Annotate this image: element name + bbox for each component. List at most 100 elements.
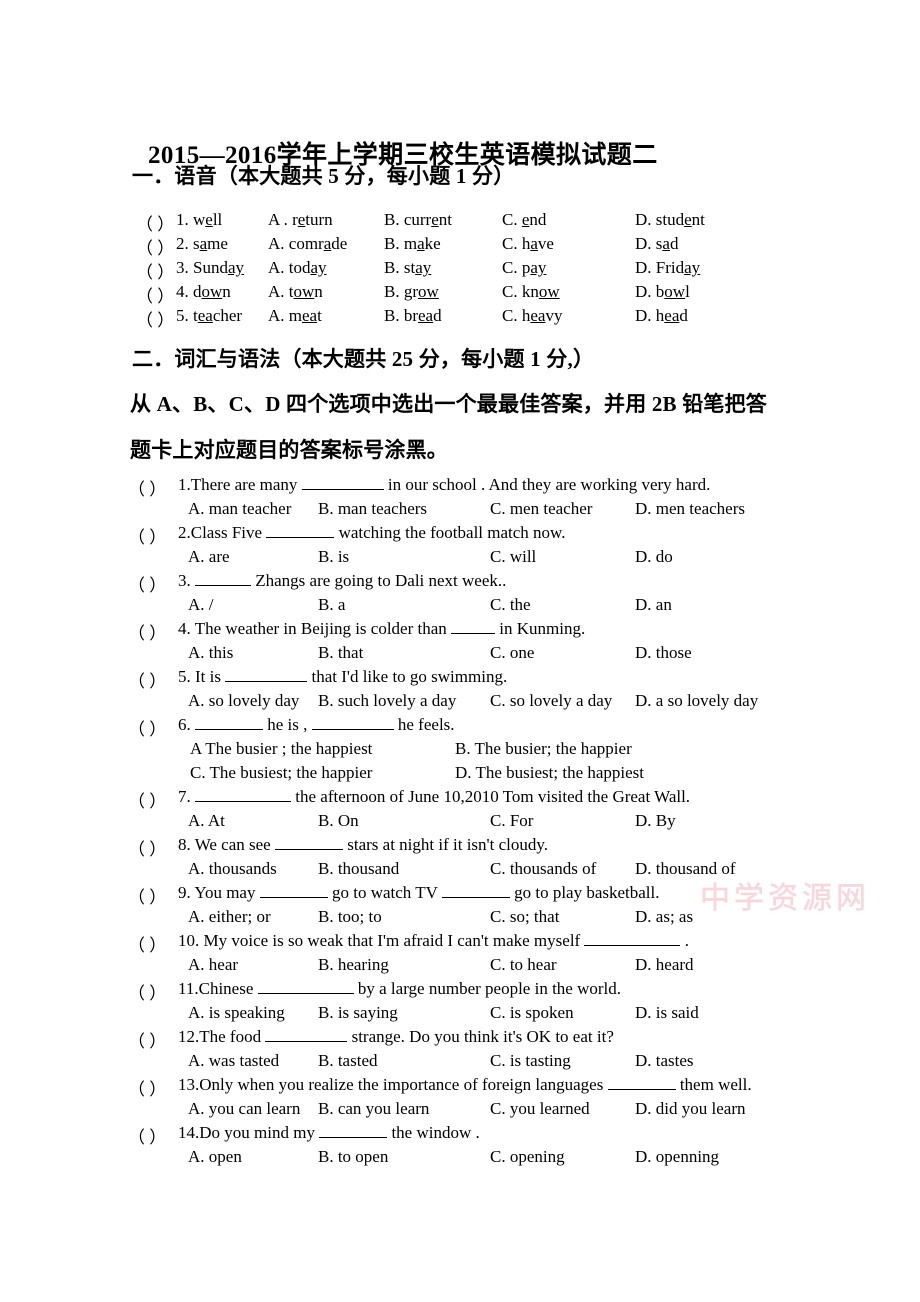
question-option[interactable]: C. opening (490, 1147, 565, 1167)
question-option[interactable]: B. is saying (318, 1003, 398, 1023)
answer-bracket[interactable]: （ ） (128, 979, 166, 1004)
answer-bracket[interactable]: （ ） (128, 1075, 166, 1100)
question-option[interactable]: C. one (490, 643, 534, 663)
question-option[interactable]: B. too; to (318, 907, 382, 927)
question-option[interactable]: B. can you learn (318, 1099, 429, 1119)
question-option[interactable]: C. is tasting (490, 1051, 571, 1071)
question-option[interactable]: D. those (635, 643, 692, 663)
question-option[interactable]: C. you learned (490, 1099, 590, 1119)
phonetics-option-c[interactable]: C. have (502, 234, 554, 254)
question-option[interactable]: D. openning (635, 1147, 719, 1167)
answer-bracket[interactable]: （ ） (128, 1027, 166, 1052)
phonetics-key-word: 3. Sunday (176, 258, 245, 277)
question-option[interactable]: A. At (188, 811, 225, 831)
question-option[interactable]: A. this (188, 643, 233, 663)
question-option[interactable]: D. men teachers (635, 499, 745, 519)
question-text: 8. We can see stars at night if it isn't… (178, 835, 548, 854)
question-option[interactable]: D. heard (635, 955, 694, 975)
answer-bracket[interactable]: （ ） (128, 523, 166, 548)
phonetics-row: （ ） 2. same A. comrade B. make C. have D. sad (0, 234, 920, 258)
phonetics-option-c[interactable]: C. know (502, 282, 560, 302)
question-option[interactable]: A. are (188, 547, 230, 567)
answer-bracket[interactable]: （ ） (128, 619, 166, 644)
phonetics-option-d[interactable]: D. Friday (635, 258, 700, 278)
question-option[interactable]: C. so lovely a day (490, 691, 612, 711)
question-option[interactable]: B. On (318, 811, 359, 831)
question-option[interactable]: D. By (635, 811, 676, 831)
question-option[interactable]: D. do (635, 547, 673, 567)
answer-bracket[interactable]: （ ） (136, 234, 174, 259)
answer-bracket[interactable]: （ ） (128, 667, 166, 692)
answer-bracket[interactable]: （ ） (128, 571, 166, 596)
phonetics-key-word: 1. well (176, 210, 223, 229)
question-option[interactable]: B. is (318, 547, 349, 567)
question-option[interactable]: B. such lovely a day (318, 691, 456, 711)
question-option[interactable]: A. man teacher (188, 499, 291, 519)
question-option[interactable]: A. / (188, 595, 214, 615)
question-option[interactable]: A. was tasted (188, 1051, 279, 1071)
question-option[interactable]: A. you can learn (188, 1099, 300, 1119)
question-option[interactable]: D. a so lovely day (635, 691, 758, 711)
question-option[interactable]: C. The busiest; the happier (190, 763, 372, 783)
question-option[interactable]: B. that (318, 643, 363, 663)
question-option[interactable]: D. tastes (635, 1051, 694, 1071)
phonetics-option-c[interactable]: C. heavy (502, 306, 562, 326)
question-option[interactable]: C. so; that (490, 907, 559, 927)
phonetics-option-b[interactable]: B. stay (384, 258, 431, 278)
question-option[interactable]: A. is speaking (188, 1003, 285, 1023)
answer-bracket[interactable]: （ ） (128, 835, 166, 860)
question-option[interactable]: C. For (490, 811, 533, 831)
question-option[interactable]: A. thousands (188, 859, 277, 879)
phonetics-option-b[interactable]: B. make (384, 234, 441, 254)
answer-bracket[interactable]: （ ） (128, 787, 166, 812)
question-text: 7. the afternoon of June 10,2010 Tom vis… (178, 787, 691, 806)
question-option[interactable]: C. thousands of (490, 859, 596, 879)
answer-bracket[interactable]: （ ） (136, 258, 174, 283)
phonetics-option-b[interactable]: B. grow (384, 282, 439, 302)
answer-bracket[interactable]: （ ） (136, 282, 174, 307)
question-option[interactable]: A. open (188, 1147, 242, 1167)
answer-bracket[interactable]: （ ） (128, 475, 166, 500)
question-option[interactable]: D. The busiest; the happiest (455, 763, 644, 783)
phonetics-option-c[interactable]: C. pay (502, 258, 546, 278)
question-option[interactable]: B. tasted (318, 1051, 378, 1071)
question-option[interactable]: B. The busier; the happier (455, 739, 632, 759)
question-option[interactable]: A. either; or (188, 907, 271, 927)
question-option[interactable]: D. is said (635, 1003, 699, 1023)
question-option[interactable]: C. the (490, 595, 531, 615)
question-option[interactable]: D. as; as (635, 907, 693, 927)
question-option[interactable]: D. thousand of (635, 859, 736, 879)
question-option[interactable]: D. did you learn (635, 1099, 745, 1119)
answer-bracket[interactable]: （ ） (128, 715, 166, 740)
phonetics-option-a[interactable]: A. today (268, 258, 327, 278)
question-option[interactable]: A. so lovely day (188, 691, 299, 711)
phonetics-option-d[interactable]: D. bowl (635, 282, 690, 302)
question-option[interactable]: B. thousand (318, 859, 399, 879)
phonetics-option-c[interactable]: C. end (502, 210, 546, 230)
question-option[interactable]: B. hearing (318, 955, 389, 975)
question-option[interactable]: C. is spoken (490, 1003, 574, 1023)
answer-bracket[interactable]: （ ） (128, 883, 166, 908)
question-option[interactable]: A. hear (188, 955, 238, 975)
phonetics-option-b[interactable]: B. bread (384, 306, 442, 326)
answer-bracket[interactable]: （ ） (128, 931, 166, 956)
answer-bracket[interactable]: （ ） (136, 210, 174, 235)
question-option[interactable]: B. to open (318, 1147, 388, 1167)
phonetics-option-a[interactable]: A. town (268, 282, 323, 302)
question-option[interactable]: C. will (490, 547, 536, 567)
phonetics-option-a[interactable]: A. meat (268, 306, 322, 326)
question-option[interactable]: D. an (635, 595, 672, 615)
phonetics-option-a[interactable]: A . return (268, 210, 333, 230)
answer-bracket[interactable]: （ ） (128, 1123, 166, 1148)
question-option[interactable]: A The busier ; the happiest (190, 739, 372, 759)
phonetics-option-a[interactable]: A. comrade (268, 234, 347, 254)
question-option[interactable]: B. a (318, 595, 345, 615)
phonetics-option-d[interactable]: D. sad (635, 234, 678, 254)
question-option[interactable]: C. to hear (490, 955, 557, 975)
phonetics-option-d[interactable]: D. student (635, 210, 705, 230)
question-option[interactable]: B. man teachers (318, 499, 427, 519)
phonetics-option-d[interactable]: D. head (635, 306, 688, 326)
question-option[interactable]: C. men teacher (490, 499, 592, 519)
answer-bracket[interactable]: （ ） (136, 306, 174, 331)
phonetics-option-b[interactable]: B. current (384, 210, 452, 230)
